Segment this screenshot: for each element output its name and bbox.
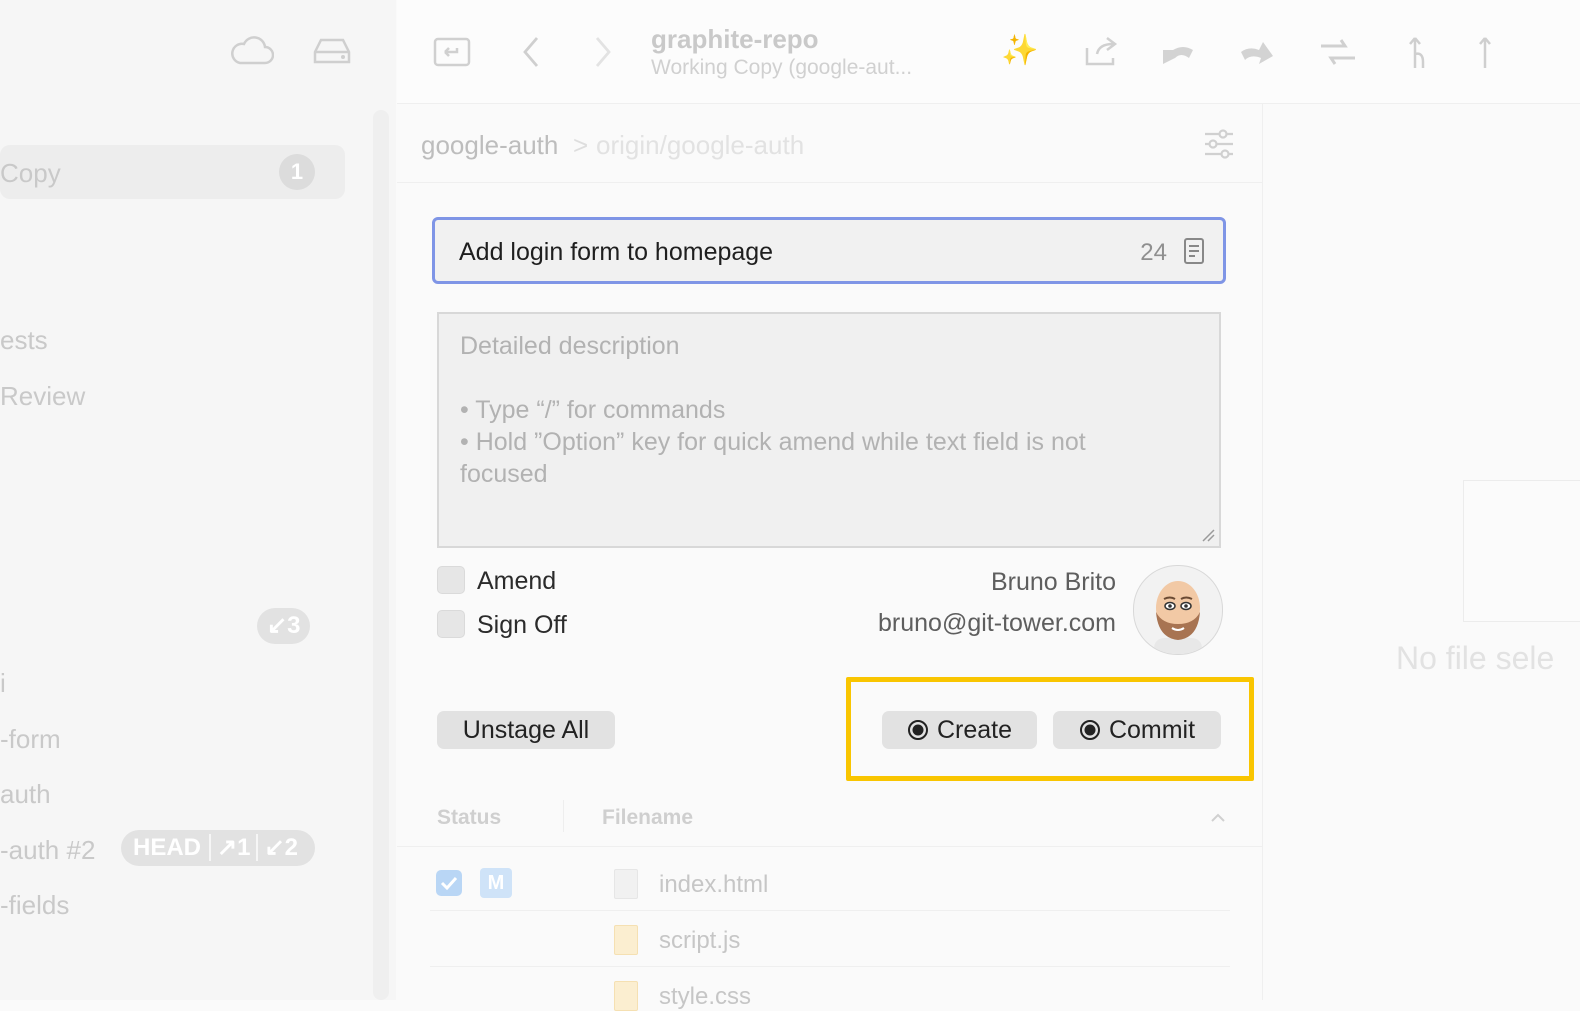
status-column-header[interactable]: Status xyxy=(437,806,501,830)
stage-checkbox[interactable] xyxy=(436,870,462,896)
description-placeholder-line: • Type “/” for commands xyxy=(460,396,726,424)
chevron-up-icon[interactable] xyxy=(1210,813,1226,823)
repo-title: graphite-repo xyxy=(651,24,819,54)
sidebar-item-label: Copy xyxy=(0,158,61,188)
description-placeholder-line: focused xyxy=(460,460,548,488)
behind-count: ↙2 xyxy=(256,834,304,861)
toolbar: graphite-repo Working Copy (google-aut..… xyxy=(397,0,1580,104)
commit-summary-text: Add login form to homepage xyxy=(459,238,774,266)
sidebar-branch-current[interactable]: -auth #2 xyxy=(0,835,95,866)
drive-icon[interactable] xyxy=(311,36,353,66)
file-name[interactable]: script.js xyxy=(659,927,740,955)
undo-icon[interactable] xyxy=(1159,36,1197,68)
unstage-all-button[interactable]: Unstage All xyxy=(437,711,615,749)
html-file-icon xyxy=(614,869,638,899)
sync-icon[interactable] xyxy=(1317,36,1359,68)
sidebar-item-pull-requests[interactable]: ests xyxy=(0,325,48,356)
local-branch-crumb[interactable]: google-auth xyxy=(421,130,558,161)
amend-checkbox[interactable] xyxy=(437,566,465,594)
author-email: bruno@git-tower.com xyxy=(878,609,1116,637)
crumb-separator: > xyxy=(573,130,589,160)
description-placeholder-line: Detailed description xyxy=(460,332,680,360)
file-name[interactable]: style.css xyxy=(659,983,751,1011)
checkmark-icon xyxy=(440,876,458,891)
file-name[interactable]: index.html xyxy=(659,871,768,899)
filename-column-header[interactable]: Filename xyxy=(602,806,693,830)
push-icon[interactable] xyxy=(1477,34,1493,70)
row-divider xyxy=(430,910,1230,911)
commit-summary-input[interactable]: Add login form to homepage 24 xyxy=(432,217,1226,284)
signoff-checkbox[interactable] xyxy=(437,610,465,638)
sidebar-toggle-icon[interactable] xyxy=(433,34,471,68)
back-icon[interactable] xyxy=(521,36,541,68)
author-name: Bruno Brito xyxy=(990,568,1116,596)
template-icon[interactable] xyxy=(1183,237,1205,265)
cloud-icon[interactable] xyxy=(230,36,274,66)
breadcrumb: google-auth > origin/google-auth xyxy=(397,104,1262,183)
column-divider xyxy=(563,800,564,832)
description-placeholder-line: • Hold ”Option” key for quick amend whil… xyxy=(460,428,1086,456)
behind-badge: ↙3 xyxy=(257,608,311,644)
remote-branch-crumb[interactable]: origin/google-auth xyxy=(596,130,804,161)
magic-wand-icon[interactable]: ✨ xyxy=(1001,36,1038,66)
css-file-icon xyxy=(614,981,638,1011)
sidebar: Copy 1 ests Review ↙3 i -form auth -auth… xyxy=(0,0,396,1000)
no-file-selected-text: No file sele xyxy=(1396,640,1555,676)
sidebar-item-review[interactable]: Review xyxy=(0,381,85,412)
avatar[interactable] xyxy=(1133,565,1223,655)
forward-icon[interactable] xyxy=(593,36,613,68)
sidebar-scrollbar[interactable] xyxy=(373,110,389,1000)
ahead-count: ↗1 xyxy=(209,834,257,861)
empty-document-icon xyxy=(1463,480,1580,622)
commit-description-textarea[interactable]: Detailed description • Type “/” for comm… xyxy=(437,312,1221,548)
avatar-portrait-icon xyxy=(1154,581,1202,654)
resize-handle-icon[interactable] xyxy=(1201,528,1215,542)
fetch-icon[interactable] xyxy=(1237,36,1277,68)
branch-icon[interactable] xyxy=(1407,34,1431,70)
sidebar-branch[interactable]: -fields xyxy=(0,890,69,921)
sidebar-branch[interactable]: i xyxy=(0,668,6,699)
sidebar-branch[interactable]: -form xyxy=(0,724,61,755)
signoff-label: Sign Off xyxy=(477,611,567,639)
share-icon[interactable] xyxy=(1083,36,1121,68)
head-badge: HEAD ↗1 ↙2 xyxy=(121,830,315,866)
file-list-header xyxy=(397,790,1262,847)
highlight-box xyxy=(846,677,1254,781)
sidebar-branch[interactable]: auth xyxy=(0,779,51,810)
filter-settings-icon[interactable] xyxy=(1203,128,1235,160)
modified-status-badge: M xyxy=(480,868,512,898)
repo-subtitle: Working Copy (google-aut... xyxy=(651,56,913,79)
changes-count-badge: 1 xyxy=(279,154,315,190)
head-label: HEAD xyxy=(133,834,202,861)
summary-char-count: 24 xyxy=(1140,239,1167,266)
amend-label: Amend xyxy=(477,567,557,595)
row-divider xyxy=(430,966,1230,967)
js-file-icon xyxy=(614,925,638,955)
